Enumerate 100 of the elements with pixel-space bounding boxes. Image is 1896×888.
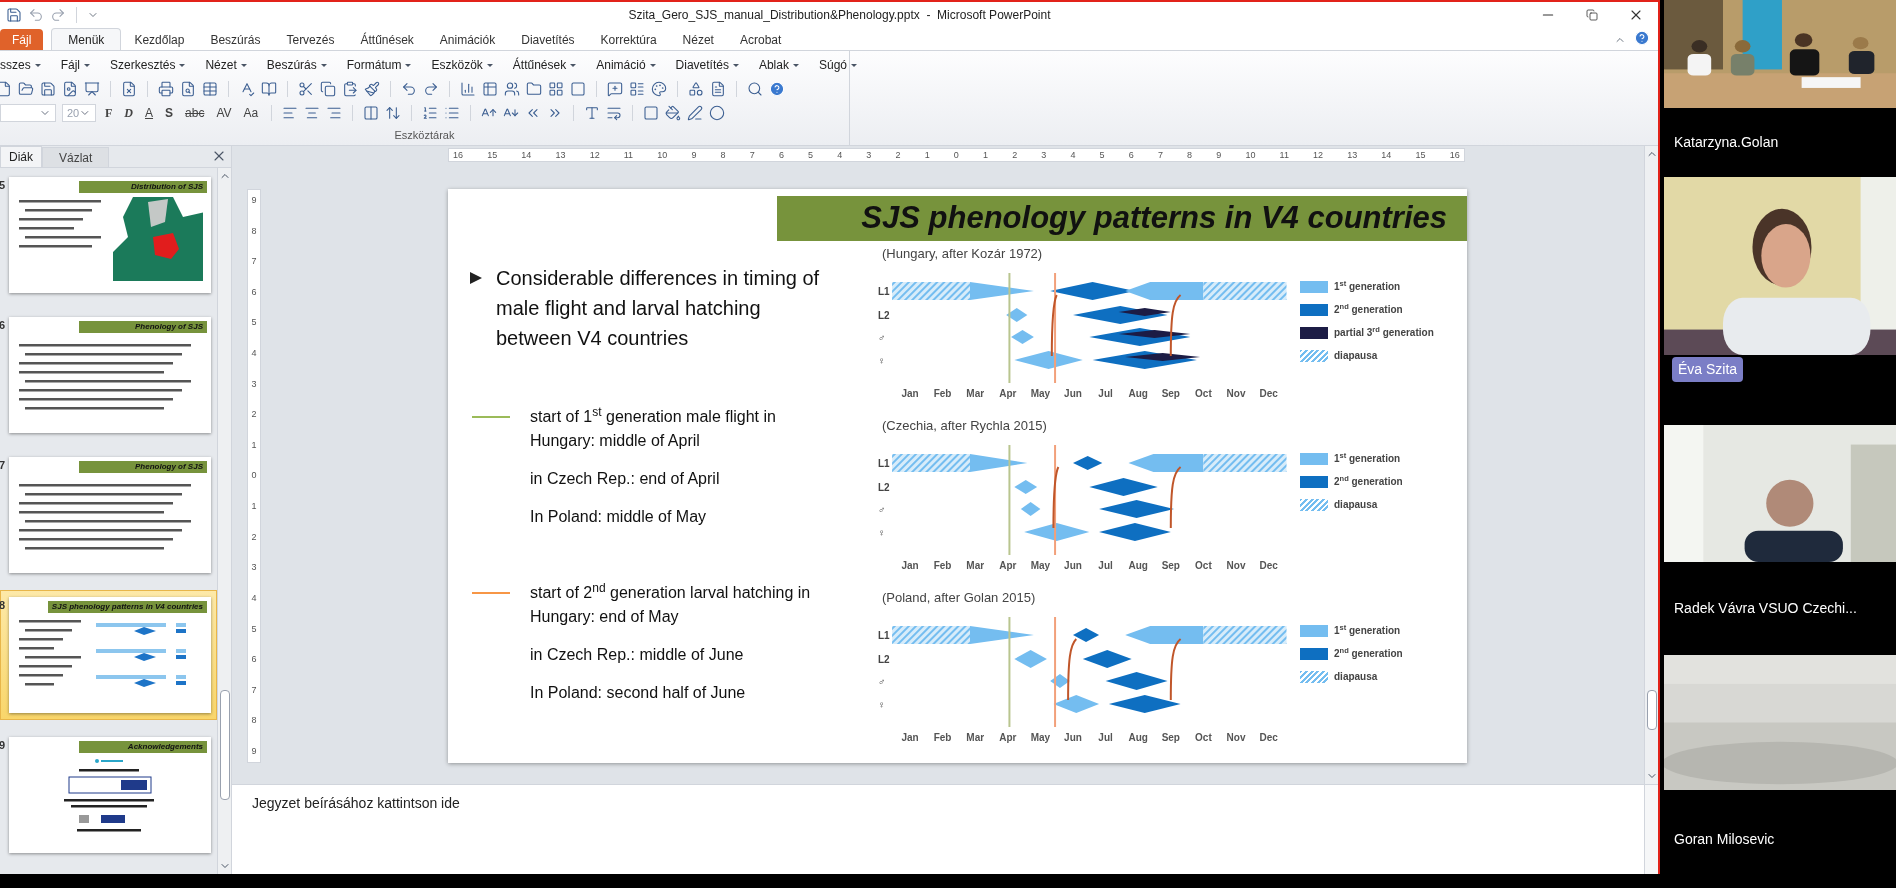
ribbon-tab[interactable]: Animációk: [426, 29, 509, 50]
menu-item[interactable]: Formátum: [346, 56, 412, 74]
help-icon[interactable]: [1634, 30, 1650, 46]
group-label: Eszköztárak: [394, 127, 455, 143]
theme-icon[interactable]: [651, 81, 667, 97]
panel-tab[interactable]: Vázlat: [42, 147, 110, 167]
table-icon[interactable]: [482, 81, 498, 97]
effects-icon[interactable]: [709, 105, 726, 121]
format-button[interactable]: F: [102, 104, 116, 122]
ribbon-tab[interactable]: Beszúrás: [197, 29, 274, 50]
ruler-number: 6: [1128, 150, 1134, 160]
spellcheck-icon[interactable]: [239, 81, 255, 97]
align-center-icon[interactable]: [304, 105, 321, 121]
save-icon[interactable]: [40, 81, 56, 97]
font-color-icon[interactable]: [584, 105, 601, 121]
menu-item[interactable]: sszes: [0, 56, 41, 74]
menu-item[interactable]: Áttűnések: [512, 56, 577, 74]
ribbon-tab[interactable]: Kezdőlap: [121, 29, 198, 50]
numbered-list-icon[interactable]: [422, 105, 439, 121]
menu-item[interactable]: Diavetítés: [675, 56, 739, 74]
slide-thumbnail[interactable]: 6 Phenology of SJS: [0, 310, 217, 440]
panel-tab[interactable]: Diák: [0, 146, 42, 167]
ruler-number: 4: [837, 150, 843, 160]
ruler-number: 12: [1313, 150, 1324, 160]
ruler-number: 12: [589, 150, 600, 160]
folder-icon[interactable]: [526, 81, 542, 97]
menu-item[interactable]: Eszközök: [431, 56, 493, 74]
format-button[interactable]: D: [121, 104, 136, 122]
slide-icon[interactable]: [84, 81, 100, 97]
file-close-icon[interactable]: [121, 81, 137, 97]
slide-thumbnail[interactable]: 5 Distribution of SJS: [0, 170, 217, 300]
image-file-icon[interactable]: [62, 81, 78, 97]
fill-icon[interactable]: [665, 105, 682, 121]
scroll-thumb[interactable]: [1646, 690, 1657, 730]
preview-icon[interactable]: [180, 81, 196, 97]
ruler-number: 1: [924, 150, 930, 160]
ribbon-tab[interactable]: Korrektúra: [587, 29, 670, 50]
normal-view-icon[interactable]: [548, 81, 564, 97]
document-icon[interactable]: [710, 81, 726, 97]
ribbon-tab[interactable]: Áttűnések: [347, 29, 427, 50]
ruler-number: 9: [251, 746, 257, 756]
menu-item[interactable]: Nézet: [205, 56, 247, 74]
ribbon-tab[interactable]: Nézet: [669, 29, 727, 50]
note-text: in Czech Rep.: end of April: [530, 469, 721, 489]
menu-item[interactable]: Szerkesztés: [110, 56, 186, 74]
ribbon-tab[interactable]: Tervezés: [273, 29, 348, 50]
format-button[interactable]: S: [162, 104, 177, 122]
ribbon-tab[interactable]: Menük: [51, 28, 122, 50]
month-label: Sep: [1161, 560, 1180, 571]
window-title: Szita_Gero_SJS_manual_Distribution&Phenology.pptx - Microsoft PowerPoint: [627, 7, 1052, 24]
shapes-icon[interactable]: [688, 81, 704, 97]
font-name-field[interactable]: [0, 104, 56, 122]
print-icon[interactable]: [158, 81, 174, 97]
menu-item[interactable]: Súgó: [818, 56, 857, 74]
scroll-thumb[interactable]: [219, 690, 230, 800]
slide-thumbnail[interactable]: 9 Acknowledgements: [0, 730, 217, 860]
legend-label: 2$^{nd}$ generation: [1334, 302, 1403, 317]
format-button[interactable]: A: [142, 104, 157, 122]
save-icon[interactable]: [6, 7, 22, 23]
grid-icon[interactable]: [202, 81, 218, 97]
legend-swatch: [1300, 280, 1328, 293]
zoom-icon[interactable]: [747, 81, 763, 97]
copy-icon[interactable]: [320, 81, 336, 97]
format-button[interactable]: Aa: [240, 104, 262, 122]
bullet-list-icon[interactable]: [444, 105, 461, 121]
align-right-icon[interactable]: [326, 105, 343, 121]
ribbon-tab[interactable]: Fájl: [0, 29, 44, 50]
line-spacing-icon[interactable]: [385, 105, 402, 121]
ribbon-tab[interactable]: Acrobat: [726, 29, 795, 50]
scrollbar[interactable]: [1644, 785, 1658, 874]
help-icon[interactable]: [769, 81, 785, 97]
cut-icon[interactable]: [298, 81, 314, 97]
align-left-icon[interactable]: [282, 105, 299, 121]
chart-icon[interactable]: [460, 81, 476, 97]
columns-icon[interactable]: [363, 105, 380, 121]
folder-icon[interactable]: [18, 81, 34, 97]
research-icon[interactable]: [261, 81, 277, 97]
outline-icon[interactable]: [687, 105, 704, 121]
ruler-number: 16: [1449, 150, 1460, 160]
restore-icon[interactable]: [1586, 9, 1598, 21]
ribbon-tab[interactable]: Diavetítés: [508, 29, 588, 50]
layout-icon[interactable]: [629, 81, 645, 97]
menu-item[interactable]: Ablak: [758, 56, 799, 74]
redo-icon[interactable]: [423, 81, 439, 97]
paste-icon[interactable]: [342, 81, 358, 97]
undo-icon[interactable]: [401, 81, 417, 97]
format-painter-icon[interactable]: [364, 81, 380, 97]
menu-item[interactable]: Fájl: [60, 56, 91, 74]
menu-item[interactable]: Beszúrás: [266, 56, 327, 74]
slide-thumbnail[interactable]: 7 Phenology of SJS: [0, 450, 217, 580]
slide-thumbnail[interactable]: 8 SJS phenology patterns in V4 countries: [0, 590, 217, 720]
menu-item[interactable]: Animáció: [596, 56, 656, 74]
month-label: Dec: [1259, 732, 1278, 743]
scrollbar[interactable]: [217, 168, 231, 874]
comment-icon[interactable]: [607, 81, 623, 97]
format-button[interactable]: abc: [182, 104, 208, 122]
format-button[interactable]: AV: [213, 104, 235, 122]
legend-swatch: [1300, 624, 1328, 637]
new-file-icon[interactable]: [0, 81, 12, 97]
scrollbar[interactable]: [1644, 146, 1658, 784]
